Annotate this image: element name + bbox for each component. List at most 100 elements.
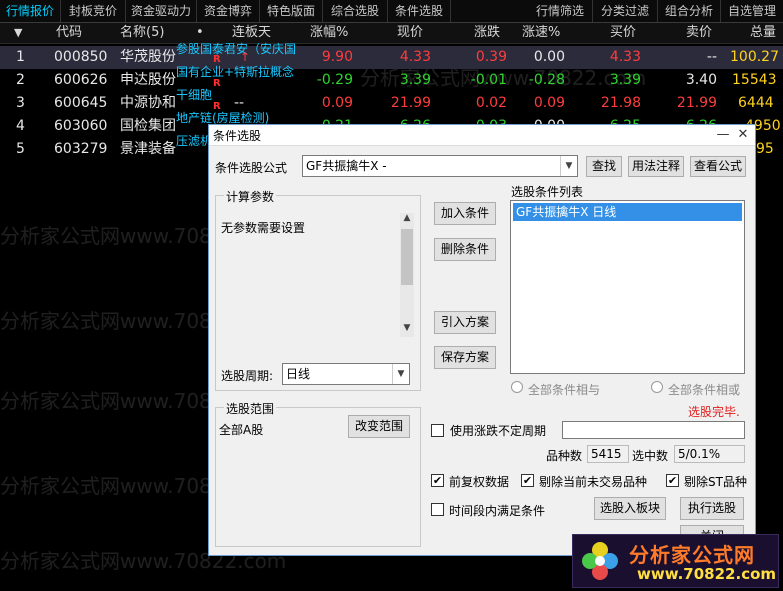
pct-change: -0.29	[316, 72, 353, 88]
r-mark-icon: R	[213, 78, 221, 89]
tab-condition-pick[interactable]: 条件选股	[388, 0, 451, 22]
radio-and[interactable]	[511, 381, 523, 393]
bid-price: 3.39	[609, 72, 641, 88]
tab-fund-drive[interactable]: 资金驱动力	[126, 0, 197, 22]
exclude-untraded-checkbox[interactable]: ✔	[521, 474, 534, 487]
period-satisfy-label: 时间段内满足条件	[449, 504, 546, 518]
stock-code: 000850	[54, 49, 108, 65]
col-vol[interactable]: 总量	[750, 23, 776, 43]
radio-or[interactable]	[651, 381, 663, 393]
stock-name: 申达股份	[120, 72, 176, 88]
execute-button[interactable]: 执行选股	[680, 497, 744, 520]
tab-category-filter[interactable]: 分类过滤	[593, 0, 658, 22]
tab-featured[interactable]: 特色版面	[260, 0, 323, 22]
period-input[interactable]	[562, 421, 745, 439]
col-ask[interactable]: 卖价	[686, 23, 712, 43]
chevron-down-icon[interactable]: ▼	[392, 364, 409, 384]
volume: 100.27	[730, 49, 779, 65]
stock-concept: 参股国泰君安（安庆国	[176, 42, 297, 56]
top-tab-bar: 行情报价 封板竞价 资金驱动力 资金博弈 特色版面 综合选股 条件选股 行情筛选…	[0, 0, 783, 23]
add-condition-button[interactable]: 加入条件	[434, 202, 496, 225]
params-text: 无参数需要设置	[221, 221, 306, 235]
tab-auction[interactable]: 封板竞价	[61, 0, 126, 22]
delete-condition-button[interactable]: 删除条件	[434, 238, 496, 261]
pct-change: 0.09	[321, 95, 353, 111]
col-dot: •	[196, 25, 204, 40]
speed: 0.09	[533, 95, 565, 111]
period-satisfy-checkbox[interactable]	[431, 503, 444, 516]
exclude-st-checkbox[interactable]: ✔	[666, 474, 679, 487]
scroll-thumb[interactable]	[401, 229, 413, 285]
tab-market-filter[interactable]: 行情筛选	[528, 0, 593, 22]
col-price[interactable]: 现价	[397, 23, 423, 43]
formula-select[interactable]: GF共振擒牛X - ▼	[302, 155, 578, 177]
tab-watchlist[interactable]: 自选管理	[721, 0, 783, 22]
col-bid[interactable]: 买价	[610, 23, 636, 43]
ask-price: 3.40	[685, 72, 717, 88]
scroll-down-icon[interactable]: ▼	[400, 323, 414, 337]
row-index: 4	[16, 118, 25, 134]
params-group-label: 计算参数	[224, 188, 277, 205]
condition-list[interactable]: GF共振擒牛X 日线	[510, 200, 745, 374]
pct-change: 9.90	[321, 49, 353, 65]
stock-name: 华茂股份	[120, 49, 176, 65]
tab-portfolio[interactable]: 组合分析	[658, 0, 721, 22]
col-pct[interactable]: 涨幅%	[310, 23, 348, 43]
volume: 15543	[732, 72, 777, 88]
use-period-checkbox[interactable]	[431, 424, 444, 437]
restore-checkbox[interactable]: ✔	[431, 474, 444, 487]
period-value: 日线	[286, 367, 311, 381]
use-period-label: 使用涨跌不定周期	[450, 424, 547, 438]
minimize-icon[interactable]: —	[713, 125, 733, 145]
import-plan-button[interactable]: 引入方案	[434, 311, 496, 334]
count-field: 5415	[587, 445, 629, 463]
scroll-up-icon[interactable]: ▲	[400, 213, 414, 227]
list-item[interactable]: GF共振擒牛X 日线	[513, 203, 742, 221]
col-code[interactable]: 代码	[56, 23, 82, 43]
to-board-button[interactable]: 选股入板块	[594, 497, 666, 520]
view-formula-button[interactable]: 查看公式	[690, 156, 746, 177]
change-range-button[interactable]: 改变范围	[348, 415, 410, 438]
row-index: 1	[16, 49, 25, 65]
save-plan-button[interactable]: 保存方案	[434, 346, 496, 369]
col-speed[interactable]: 涨速%	[522, 23, 560, 43]
table-row[interactable]: 3 600645 中源协和 干细胞 R -- 0.09 21.99 0.02 0…	[0, 88, 783, 115]
dialog-titlebar[interactable]: 条件选股 — ✕	[209, 125, 755, 146]
condition-list-label: 选股条件列表	[511, 185, 584, 199]
formula-value: GF共振擒牛X -	[306, 159, 387, 173]
logo-name: 分析家公式网	[629, 543, 755, 567]
exclude-untraded-label: 剔除当前未交易品种	[539, 475, 648, 489]
ask-price: --	[706, 49, 717, 65]
r-mark-icon: R	[213, 54, 221, 65]
col-name[interactable]: 名称(5)	[120, 23, 164, 43]
bid-price: 4.33	[609, 49, 641, 65]
stock-name: 景津装备	[120, 141, 176, 157]
price: 4.33	[399, 49, 431, 65]
stock-code: 600626	[54, 72, 108, 88]
radio-and-label: 全部条件相与	[528, 383, 601, 397]
restore-label: 前复权数据	[449, 475, 510, 489]
find-button[interactable]: 查找	[586, 156, 622, 177]
tab-quotes[interactable]: 行情报价	[0, 0, 61, 22]
period-select[interactable]: 日线 ▼	[282, 363, 410, 385]
tab-composite-pick[interactable]: 综合选股	[323, 0, 388, 22]
table-row[interactable]: 2 600626 申达股份 国有企业+特斯拉概念 R -0.29 3.39 -0…	[0, 65, 783, 92]
tab-fund-game[interactable]: 资金博弈	[197, 0, 260, 22]
site-logo: 分析家公式网 www.70822.com	[572, 534, 779, 588]
price: 3.39	[399, 72, 431, 88]
dialog-title: 条件选股	[213, 129, 262, 143]
table-header: ▼ 代码 名称(5) • 连板天 涨幅% 现价 涨跌 涨速% 买价 卖价 总量	[0, 23, 783, 44]
period-label: 选股周期:	[221, 369, 274, 383]
stock-concept: 压滤机	[176, 134, 213, 148]
col-chg[interactable]: 涨跌	[474, 23, 500, 43]
sort-icon[interactable]: ▼	[14, 23, 22, 43]
radio-or-label: 全部条件相或	[668, 383, 741, 397]
close-icon[interactable]: ✕	[733, 125, 753, 145]
speed: 0.00	[533, 49, 565, 65]
params-scrollbar[interactable]: ▲ ▼	[400, 213, 414, 337]
col-days[interactable]: 连板天	[232, 23, 271, 43]
usage-notes-button[interactable]: 用法注释	[628, 156, 684, 177]
chevron-down-icon[interactable]: ▼	[560, 156, 577, 176]
row-index: 3	[16, 95, 25, 111]
table-row[interactable]: 1 000850 华茂股份 参股国泰君安（安庆国 R ↑ 9.90 4.33 0…	[0, 42, 783, 69]
